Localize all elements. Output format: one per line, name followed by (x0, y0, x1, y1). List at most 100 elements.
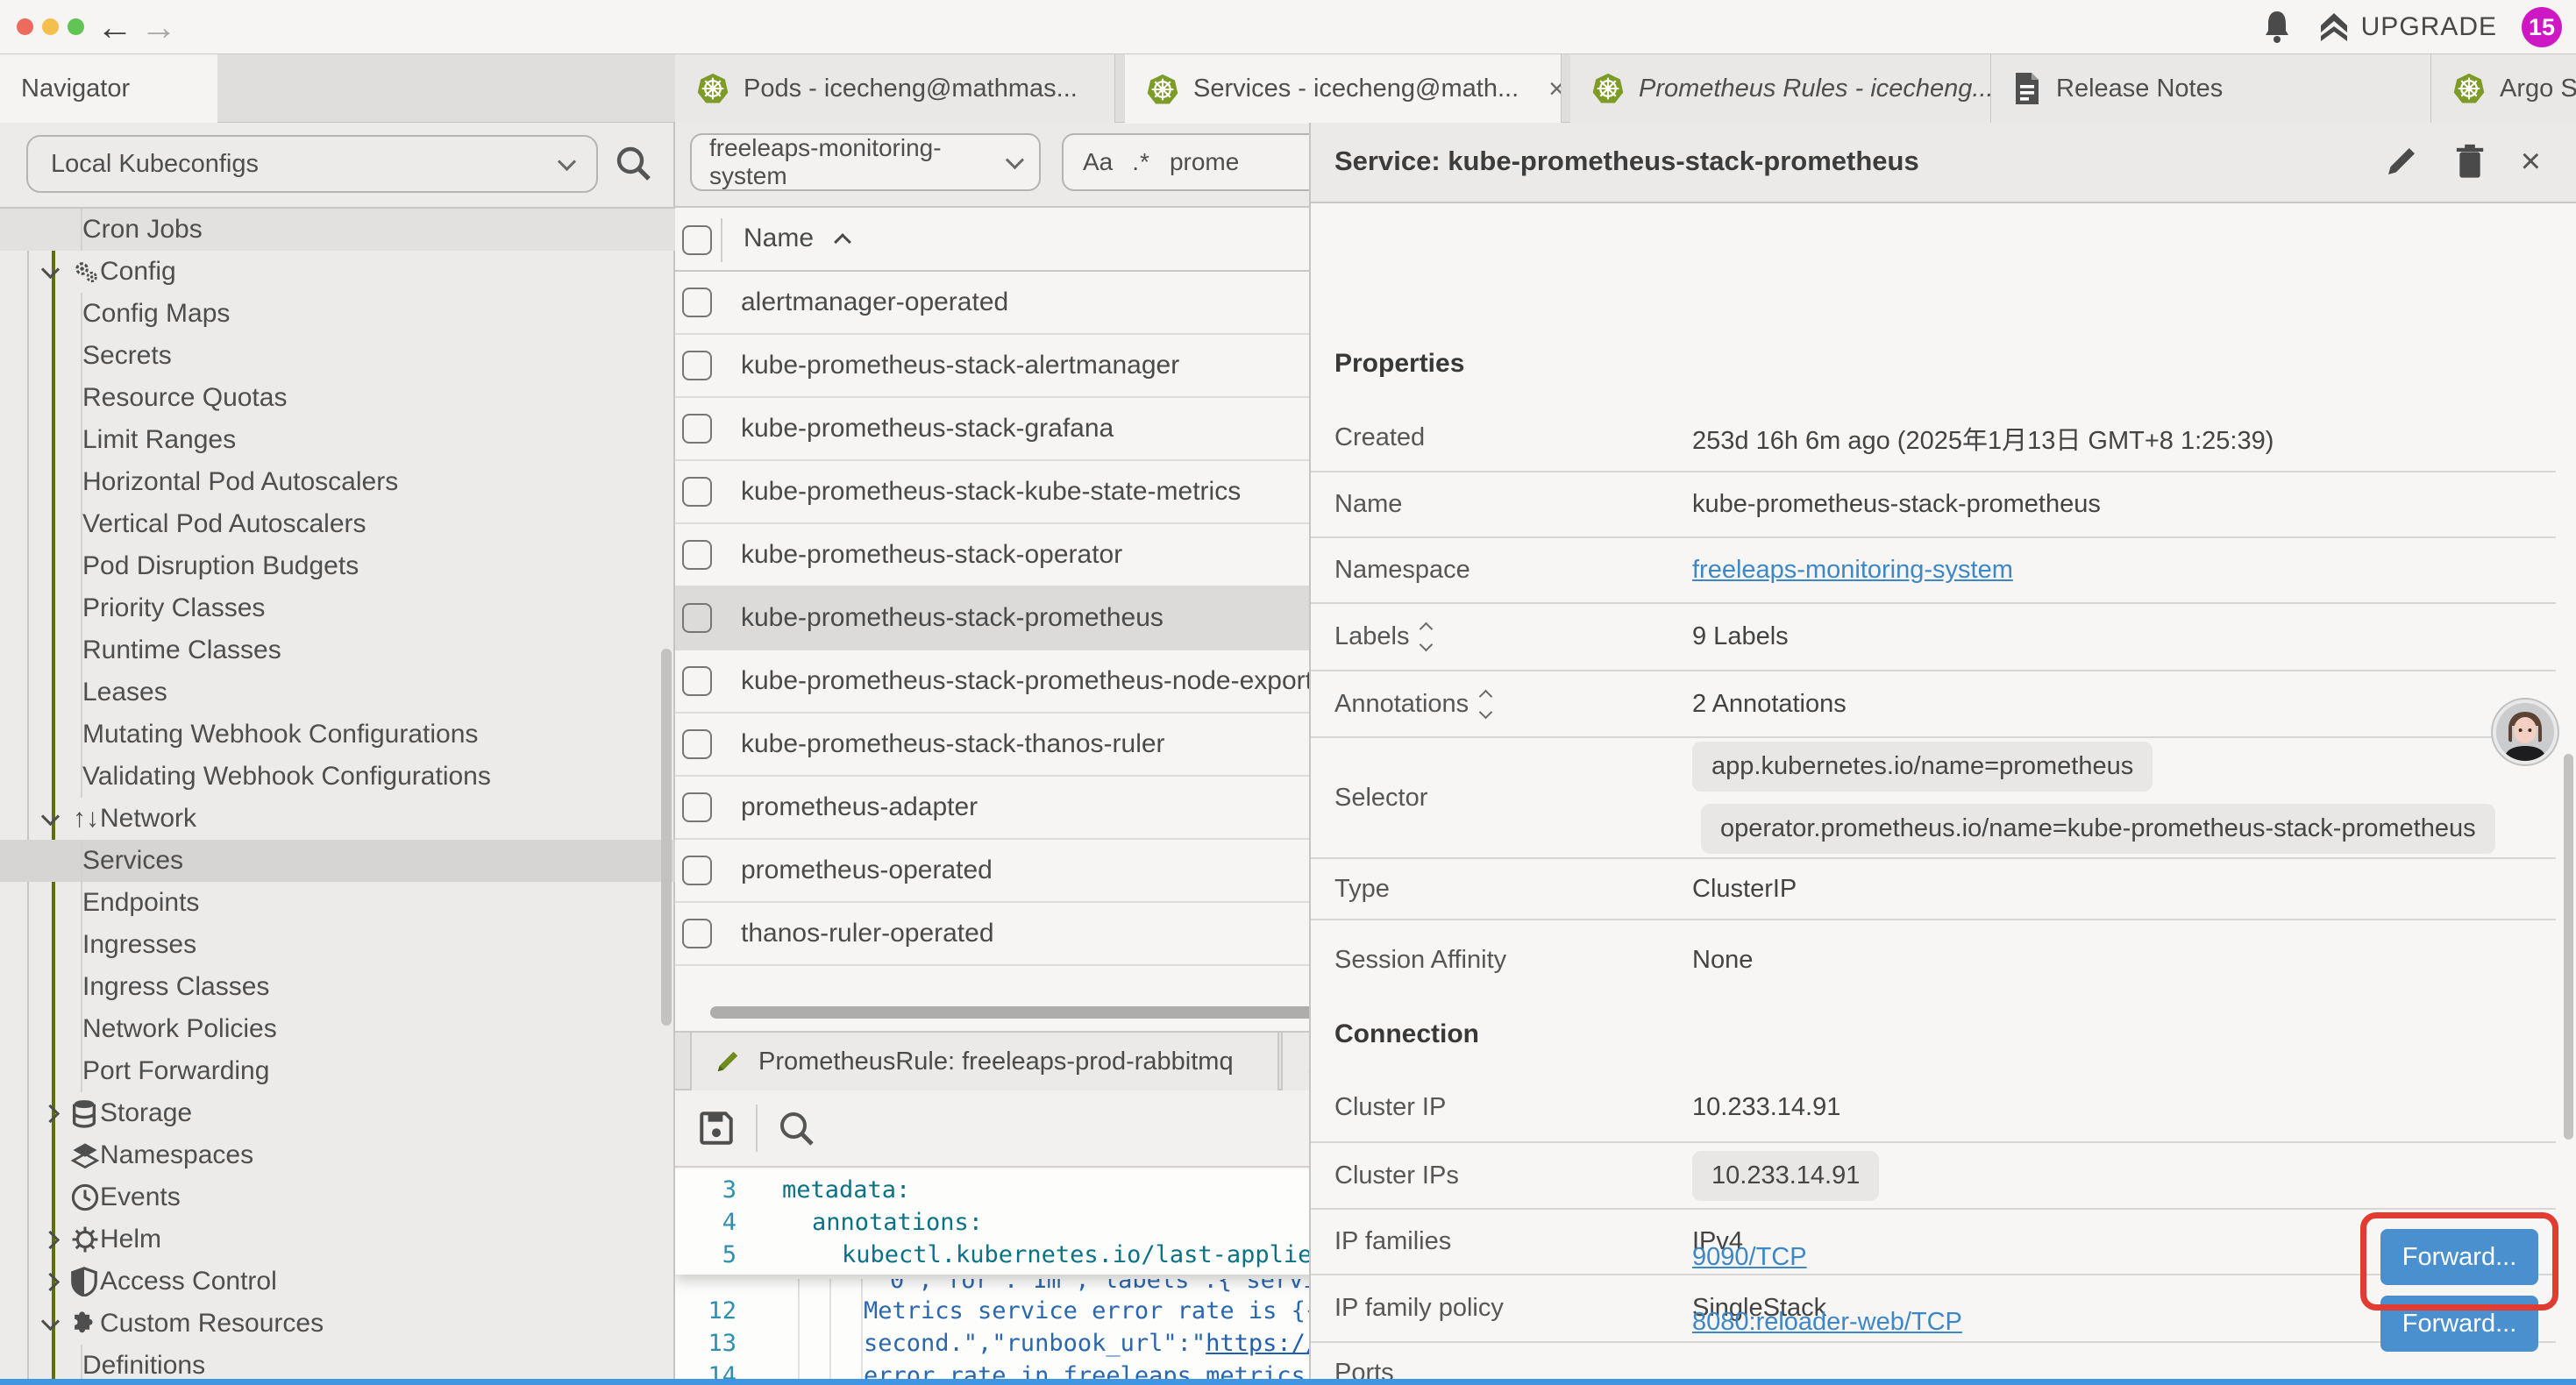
name-column-header[interactable]: Name (744, 224, 849, 253)
sidebar-group-network[interactable]: ↑↓Network (0, 798, 675, 840)
sidebar-group-storage[interactable]: Storage (0, 1092, 675, 1134)
sidebar-item-endpoints[interactable]: Endpoints (0, 882, 675, 924)
cluster-ip-row: Cluster IP 10.233.14.91 (1311, 1074, 2556, 1143)
sidebar-item-port-forwarding[interactable]: Port Forwarding (0, 1050, 675, 1092)
sidebar-item-leases[interactable]: Leases (0, 671, 675, 714)
port-link-9090[interactable]: 9090/TCP (1692, 1243, 1807, 1272)
sidebar-item-ingress-classes[interactable]: Ingress Classes (0, 966, 675, 1008)
annotation-highlight-box (2360, 1212, 2558, 1310)
save-icon[interactable] (696, 1108, 737, 1148)
upgrade-icon (2317, 10, 2351, 45)
annotations-row: Annotations 2 Annotations (1311, 671, 2556, 738)
bell-icon[interactable] (2261, 10, 2293, 45)
sidebar-group-config[interactable]: Config (0, 251, 675, 293)
kubernetes-icon (696, 72, 729, 105)
namespace-select[interactable]: freeleaps-monitoring-system (690, 133, 1041, 191)
trash-icon[interactable] (2454, 143, 2486, 180)
expand-collapse-icon[interactable] (1481, 692, 1491, 717)
sidebar-item-vertical-pod-autoscalers[interactable]: Vertical Pod Autoscalers (0, 503, 675, 545)
sidebar-item-priority-classes[interactable]: Priority Classes (0, 587, 675, 629)
tab-release-notes[interactable]: Release Notes (1991, 54, 2431, 123)
detail-header: Service: kube-prometheus-stack-prometheu… (1311, 123, 2576, 203)
avatar[interactable] (2493, 700, 2558, 764)
sidebar-group-access-control[interactable]: Access Control (0, 1261, 675, 1303)
minimize-window-button[interactable] (42, 18, 59, 35)
close-tab-icon[interactable]: × (1548, 73, 1562, 105)
detail-scrollbar[interactable] (2564, 754, 2573, 1140)
shield-icon (70, 1267, 102, 1296)
labels-row: Labels 9 Labels (1311, 604, 2556, 671)
cluster-ips-chip[interactable]: 10.233.14.91 (1692, 1151, 1879, 1201)
kubernetes-icon (1591, 72, 1625, 105)
sidebar-item-services[interactable]: Services (0, 840, 675, 882)
row-checkbox[interactable] (682, 540, 712, 570)
sidebar-item-config-maps[interactable]: Config Maps (0, 293, 675, 335)
notification-badge[interactable]: 15 (2522, 7, 2562, 47)
back-button[interactable]: ← (96, 7, 133, 47)
match-case-toggle[interactable]: Aa (1083, 148, 1113, 176)
arrows-up-down-icon: ↑↓ (70, 804, 102, 834)
port-link-8080[interactable]: 8080:reloader-web/TCP (1692, 1308, 1962, 1337)
sidebar-item-validating-webhook-configurations[interactable]: Validating Webhook Configurations (0, 756, 675, 798)
upgrade-button[interactable]: UPGRADE (2317, 10, 2497, 45)
row-checkbox[interactable] (682, 351, 712, 380)
regex-toggle[interactable]: .* (1132, 148, 1150, 176)
document-icon (2012, 71, 2042, 106)
select-all-checkbox[interactable] (682, 225, 712, 255)
sidebar-item-network-policies[interactable]: Network Policies (0, 1008, 675, 1050)
search-icon[interactable] (614, 144, 652, 182)
expand-collapse-icon[interactable] (1421, 624, 1431, 650)
sidebar-item-resource-quotas[interactable]: Resource Quotas (0, 377, 675, 419)
sort-ascending-icon (834, 233, 851, 251)
close-icon[interactable]: × (2521, 142, 2541, 181)
tab-prometheus-rules[interactable]: Prometheus Rules - icecheng... (1570, 54, 1991, 123)
edit-icon[interactable] (2384, 144, 2419, 179)
sidebar-item-namespaces[interactable]: Namespaces (0, 1134, 675, 1176)
sidebar-item-pod-disruption-budgets[interactable]: Pod Disruption Budgets (0, 545, 675, 587)
row-checkbox[interactable] (682, 729, 712, 759)
tab-navigator[interactable]: Navigator (0, 54, 217, 123)
row-checkbox[interactable] (682, 792, 712, 822)
sidebar-item-mutating-webhook-configurations[interactable]: Mutating Webhook Configurations (0, 714, 675, 756)
sidebar-item-ingresses[interactable]: Ingresses (0, 924, 675, 966)
database-icon (70, 1098, 102, 1128)
namespace-select-value: freeleaps-monitoring-system (709, 134, 1008, 190)
close-window-button[interactable] (17, 18, 33, 35)
chevron-right-icon (41, 1230, 60, 1248)
forward-button[interactable]: → (140, 7, 177, 47)
tab-argo[interactable]: Argo Se (2431, 54, 2576, 123)
selector-chip[interactable]: operator.prometheus.io/name=kube-prometh… (1701, 804, 2495, 854)
row-checkbox[interactable] (682, 666, 712, 696)
editor-tab-prometheusrule[interactable]: PrometheusRule: freeleaps-prod-rabbitmq (690, 1033, 1279, 1090)
navigator-sidebar: Local Kubeconfigs Cron Jobs Config Confi… (0, 123, 675, 1385)
cluster-ips-row: Cluster IPs 10.233.14.91 (1311, 1143, 2556, 1210)
editor-search-icon[interactable] (777, 1109, 815, 1147)
sidebar-group-helm[interactable]: Helm (0, 1218, 675, 1261)
tab-services[interactable]: Services - icecheng@math... × (1125, 54, 1562, 124)
row-checkbox[interactable] (682, 288, 712, 317)
titlebar: ← → UPGRADE 15 (0, 0, 2576, 54)
selector-chip[interactable]: app.kubernetes.io/name=prometheus (1692, 742, 2153, 792)
sidebar-group-custom-resources[interactable]: Custom Resources (0, 1303, 675, 1345)
namespace-link[interactable]: freeleaps-monitoring-system (1692, 556, 2013, 585)
row-checkbox[interactable] (682, 603, 712, 633)
sidebar-scrollbar[interactable] (661, 649, 672, 1026)
created-value: 253d 16h 6m ago (2025年1月13日 GMT+8 1:25:3… (1692, 420, 2274, 457)
row-checkbox[interactable] (682, 477, 712, 507)
type-row: Type ClusterIP (1311, 859, 2556, 920)
sidebar-item-events[interactable]: Events (0, 1176, 675, 1218)
table-search-input[interactable]: Aa .* prome (1062, 133, 1325, 191)
kubeconfig-select[interactable]: Local Kubeconfigs (26, 135, 598, 193)
tab-pods[interactable]: Pods - icecheng@mathmas... (675, 54, 1115, 123)
sidebar-item-runtime-classes[interactable]: Runtime Classes (0, 629, 675, 671)
chevron-down-icon (41, 1311, 60, 1330)
sidebar-item-cron-jobs[interactable]: Cron Jobs (0, 209, 675, 251)
zoom-window-button[interactable] (68, 18, 84, 35)
pencil-icon (715, 1048, 741, 1075)
sidebar-item-secrets[interactable]: Secrets (0, 335, 675, 377)
sidebar-item-horizontal-pod-autoscalers[interactable]: Horizontal Pod Autoscalers (0, 461, 675, 503)
row-checkbox[interactable] (682, 414, 712, 444)
sidebar-item-limit-ranges[interactable]: Limit Ranges (0, 419, 675, 461)
row-checkbox[interactable] (682, 919, 712, 948)
row-checkbox[interactable] (682, 856, 712, 885)
